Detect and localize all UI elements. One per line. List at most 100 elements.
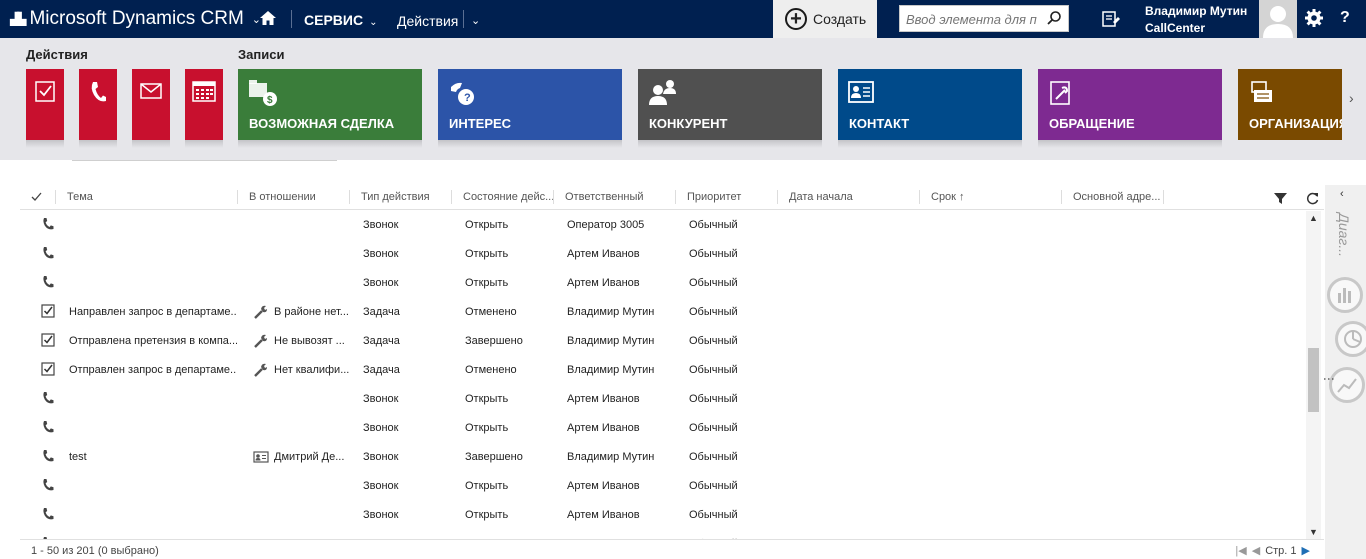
cell-regarding[interactable]: Нет квалифи... xyxy=(274,364,350,376)
table-row[interactable]: test Дмитрий Де... Звонок Завершено Владимир… xyxy=(20,443,1305,472)
scroll-up-arrow-icon[interactable]: ▲ xyxy=(1309,213,1318,223)
user-info[interactable]: Владимир Мутин CallCenter xyxy=(1145,4,1247,35)
column-header-address[interactable]: Основной адре... xyxy=(1073,191,1163,203)
area-menu-servis[interactable]: СЕРВИС ⌄ xyxy=(304,12,377,28)
chevron-down-icon[interactable]: ⌄ xyxy=(471,14,480,27)
column-header-state[interactable]: Состояние дейс... xyxy=(463,191,553,203)
calendar-icon xyxy=(192,81,216,102)
collapse-pane-icon[interactable]: ‹ xyxy=(1340,188,1344,200)
cell-activity-type: Звонок xyxy=(363,248,399,260)
new-contact-tile[interactable]: КОНТАКТ xyxy=(838,69,1022,148)
scroll-down-arrow-icon[interactable]: ▼ xyxy=(1309,527,1318,537)
nav-separator xyxy=(463,10,464,28)
actions-menu[interactable]: Действия xyxy=(397,13,458,29)
grid-rows: Звонок Открыть Оператор 3005 Обычный Звонок О… xyxy=(20,211,1305,539)
app-title: Microsoft Dynamics CRM xyxy=(29,8,244,29)
cell-regarding[interactable]: Не вывозят ... xyxy=(274,335,350,347)
cell-activity-type: Звонок xyxy=(363,277,399,289)
table-row[interactable]: ЗвонокОткрытьАртем ИвановОбычный xyxy=(20,269,1305,298)
dynamics-logo-icon: ▟▙ xyxy=(10,12,27,26)
column-header-priority[interactable]: Приоритет xyxy=(687,191,777,203)
cell-owner[interactable]: Артем Иванов xyxy=(567,480,675,492)
next-page-icon[interactable]: ▶ xyxy=(1302,544,1310,557)
previous-page-icon[interactable]: ◀ xyxy=(1252,544,1260,557)
cell-owner[interactable]: Оператор 3005 xyxy=(567,219,675,231)
new-phone-call-tile[interactable] xyxy=(79,69,117,148)
tile-label: ВОЗМОЖНАЯ СДЕЛКА xyxy=(249,116,395,131)
command-ribbon: Действия Записи $ ВОЗМОЖНАЯ СДЕЛКА ? ИНТ… xyxy=(0,38,1366,161)
cell-owner[interactable]: Артем Иванов xyxy=(567,422,675,434)
scrollbar-thumb[interactable] xyxy=(1308,348,1319,412)
new-appointment-tile[interactable] xyxy=(185,69,223,148)
table-row[interactable]: ЗвонокОткрытьАртем ИвановОбычный xyxy=(20,472,1305,501)
cell-owner[interactable]: Владимир Мутин xyxy=(567,335,675,347)
column-header-owner[interactable]: Ответственный xyxy=(565,191,675,203)
column-header-regarding[interactable]: В отношении xyxy=(249,191,349,203)
column-header-activity-type[interactable]: Тип действия xyxy=(361,191,451,203)
activities-grid: Тема В отношении Тип действия Состояние … xyxy=(20,185,1324,559)
phone-icon xyxy=(41,478,55,492)
phone-icon xyxy=(41,275,55,289)
cell-owner[interactable]: Артем Иванов xyxy=(567,248,675,260)
new-account-tile[interactable]: ОРГАНИЗАЦИЯ xyxy=(1238,69,1342,140)
tile-label: КОНКУРЕНТ xyxy=(649,116,728,131)
new-case-tile[interactable]: ОБРАЩЕНИЕ xyxy=(1038,69,1222,148)
lead-icon: ? xyxy=(451,82,474,105)
cell-subject[interactable]: test xyxy=(69,451,237,463)
cell-owner[interactable]: Артем Иванов xyxy=(567,509,675,521)
cell-activity-type: Задача xyxy=(363,364,400,376)
bar-chart-icon[interactable] xyxy=(1327,277,1363,313)
user-name: Владимир Мутин xyxy=(1145,4,1248,18)
search-input[interactable] xyxy=(906,10,1042,28)
column-header-due-date[interactable]: Срок ↑ xyxy=(931,191,1061,203)
cell-subject[interactable]: Отправлена претензия в компа... xyxy=(69,335,237,347)
new-opportunity-tile[interactable]: $ ВОЗМОЖНАЯ СДЕЛКА xyxy=(238,69,422,148)
pane-resize-grip-icon[interactable]: ⋮ xyxy=(1322,373,1336,385)
new-task-tile[interactable] xyxy=(26,69,64,148)
new-email-tile[interactable] xyxy=(132,69,170,148)
create-button[interactable]: + Создать xyxy=(773,0,877,38)
home-icon[interactable] xyxy=(259,9,277,27)
help-icon[interactable]: ? xyxy=(1340,9,1350,27)
filter-icon[interactable] xyxy=(1274,192,1287,205)
cell-subject[interactable]: Направлен запрос в департаме... xyxy=(69,306,237,318)
new-lead-tile[interactable]: ? ИНТЕРЕС xyxy=(438,69,622,148)
table-row[interactable]: Звонок Открыть Оператор 3005 Обычный xyxy=(20,211,1305,240)
refresh-icon[interactable] xyxy=(1306,192,1319,205)
cell-owner[interactable]: Владимир Мутин xyxy=(567,364,675,376)
column-header-start-date[interactable]: Дата начала xyxy=(789,191,919,203)
table-row[interactable]: Направлен запрос в департаме... В районе … xyxy=(20,298,1305,327)
cell-subject[interactable]: Отправлен запрос в департаме... xyxy=(69,364,237,376)
tile-label: ОРГАНИЗАЦИЯ xyxy=(1249,116,1342,131)
cell-state: Открыть xyxy=(465,277,509,289)
cell-state: Открыть xyxy=(465,248,509,260)
table-row[interactable]: ЗвонокОткрытьАртем ИвановОбычный xyxy=(20,530,1305,539)
column-header-subject[interactable]: Тема xyxy=(67,191,237,203)
select-all-checkmark-icon[interactable] xyxy=(31,192,42,202)
pie-chart-icon[interactable] xyxy=(1335,321,1366,357)
table-row[interactable]: ЗвонокОткрытьАртем ИвановОбычный xyxy=(20,414,1305,443)
task-icon xyxy=(41,333,55,347)
cell-regarding[interactable]: В районе нет... xyxy=(274,306,350,318)
first-page-icon[interactable]: |◀ xyxy=(1235,544,1246,557)
cell-regarding[interactable]: Дмитрий Де... xyxy=(274,451,350,463)
cell-owner[interactable]: Артем Иванов xyxy=(567,277,675,289)
ribbon-scroll-right-icon[interactable]: › xyxy=(1349,90,1354,106)
search-icon[interactable] xyxy=(1046,10,1062,26)
new-competitor-tile[interactable]: КОНКУРЕНТ xyxy=(638,69,822,148)
table-row[interactable]: ЗвонокОткрытьАртем ИвановОбычный xyxy=(20,501,1305,530)
table-row[interactable]: ЗвонокОткрытьАртем ИвановОбычный xyxy=(20,385,1305,414)
grid-footer: 1 - 50 из 201 (0 выбрано) |◀ ◀ Стр. 1 ▶ xyxy=(20,539,1324,559)
cell-owner[interactable]: Владимир Мутин xyxy=(567,451,675,463)
recent-items-icon[interactable] xyxy=(1101,9,1121,29)
grid-scrollbar[interactable]: ▲ ▼ xyxy=(1306,211,1321,539)
table-row[interactable]: Отправлена претензия в компа... Не вывозя… xyxy=(20,327,1305,356)
app-title-menu[interactable]: ▟▙ Microsoft Dynamics CRM ⌄ xyxy=(10,8,261,30)
table-row[interactable]: Отправлен запрос в департаме... Нет квали… xyxy=(20,356,1305,385)
cell-owner[interactable]: Артем Иванов xyxy=(567,393,675,405)
gear-icon[interactable] xyxy=(1304,8,1324,28)
avatar[interactable] xyxy=(1259,0,1297,38)
cell-priority: Обычный xyxy=(689,248,738,260)
cell-owner[interactable]: Владимир Мутин xyxy=(567,306,675,318)
table-row[interactable]: Звонок Открыть Артем Иванов Обычный xyxy=(20,240,1305,269)
